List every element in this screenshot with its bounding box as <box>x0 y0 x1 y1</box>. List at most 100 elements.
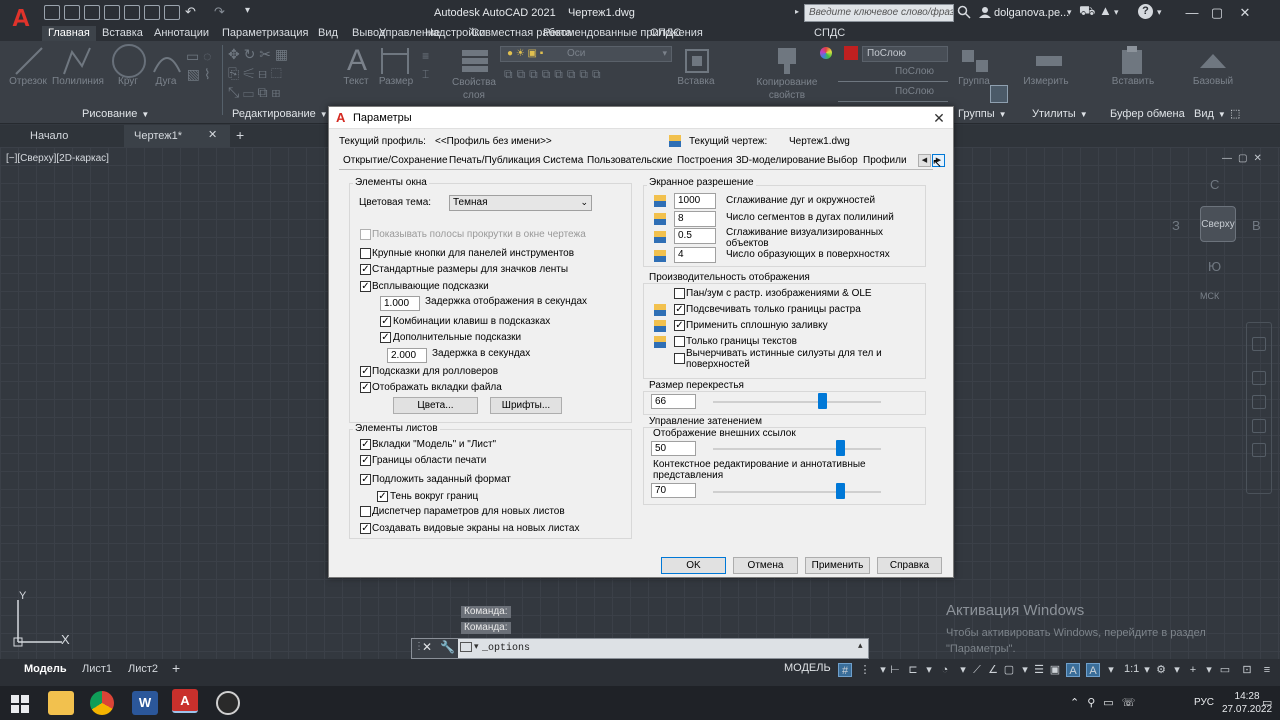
help-icon[interactable]: ? <box>1138 4 1153 19</box>
command-input[interactable]: _options <box>482 641 882 656</box>
lineweight-icon[interactable]: ☰ <box>1032 663 1046 677</box>
print-icon[interactable] <box>164 5 180 20</box>
viewcube-south[interactable]: Ю <box>1208 259 1221 274</box>
osnap-tracking-icon[interactable]: ∠ <box>986 663 1000 677</box>
extended-tooltips-checkbox[interactable]: ✓ <box>380 332 391 343</box>
ribbon-icons-checkbox[interactable]: ✓ <box>360 264 371 275</box>
layout-tab-sheet2[interactable]: Лист2 <box>120 659 166 679</box>
save-as-icon[interactable] <box>104 5 120 20</box>
linetype-dropdown[interactable]: ПоСлою <box>838 66 948 82</box>
dimension-tool[interactable]: Размер <box>374 76 418 87</box>
viewcube-face[interactable]: Сверху <box>1200 206 1236 242</box>
share-icon[interactable] <box>144 5 160 20</box>
tab-user-preferences[interactable]: Пользовательские <box>587 153 672 169</box>
username[interactable]: dolganova.pe... <box>994 7 1069 19</box>
circle-icon[interactable] <box>112 44 146 78</box>
large-buttons-checkbox[interactable] <box>360 248 371 259</box>
tab-3d-modeling[interactable]: 3D-моделирование <box>736 153 825 169</box>
viewcube-west[interactable]: З <box>1172 218 1180 233</box>
scale-dropdown-icon[interactable]: ▾ <box>1140 663 1154 677</box>
snap-icon[interactable]: ⋮ <box>858 663 872 677</box>
help-menu-icon[interactable]: ▾ <box>1157 7 1162 18</box>
open-file-icon[interactable] <box>64 5 80 20</box>
file-explorer-icon[interactable] <box>48 691 74 715</box>
tab-drafting[interactable]: Построения <box>677 153 733 169</box>
panel-modify[interactable]: Редактирование ▼ <box>232 108 328 120</box>
polyline-segments-input[interactable]: 8 <box>674 211 716 227</box>
measure-icon[interactable] <box>1032 44 1066 78</box>
paper-shadow-checkbox[interactable]: ✓ <box>377 491 388 502</box>
transparency-icon[interactable]: ▣ <box>1048 663 1062 677</box>
match-properties-icon[interactable] <box>770 44 804 78</box>
ribbon-tab-insert[interactable]: Вставка <box>96 26 149 41</box>
polar-icon[interactable]: ◔ <box>938 663 952 677</box>
raster-frame-checkbox[interactable]: ✓ <box>674 304 685 315</box>
annot-extra-icons[interactable]: ≡ ⌶ <box>422 47 429 83</box>
new-tab-icon[interactable]: + <box>236 127 244 143</box>
infer-icon[interactable]: ⊢ <box>888 663 902 677</box>
inplace-slider-thumb[interactable] <box>836 483 845 499</box>
arc-smoothness-input[interactable]: 1000 <box>674 193 716 209</box>
recorder-icon[interactable] <box>216 691 240 715</box>
file-tab-start[interactable]: Начало <box>20 125 78 147</box>
printable-area-checkbox[interactable]: ✓ <box>360 455 371 466</box>
user-icon[interactable] <box>979 6 991 18</box>
tab-plot-publish[interactable]: Печать/Публикация <box>449 153 540 169</box>
solid-fill-checkbox[interactable]: ✓ <box>674 320 685 331</box>
isodraft-icon[interactable]: ⟋ <box>970 663 984 677</box>
autodesk-app-icon[interactable]: ▲ <box>1099 3 1112 18</box>
panel-clipboard[interactable]: Буфер обмена <box>1110 108 1185 120</box>
ribbon-tab-view[interactable]: Вид <box>312 26 344 41</box>
close-window-icon[interactable]: ✕ <box>1234 3 1256 23</box>
ribbon-tab-parametric[interactable]: Параметризация <box>216 26 314 41</box>
ribbon-options-icon[interactable]: ⬚ <box>1230 107 1240 120</box>
layer-tool-icons[interactable]: ⧉⧉⧉⧉⧉⧉⧉⧉ <box>504 67 605 82</box>
add-icon[interactable]: + <box>1186 663 1200 677</box>
web-save-icon[interactable] <box>124 5 140 20</box>
chevron-down-icon[interactable]: ▾ <box>474 641 479 652</box>
undo-icon[interactable]: ↶ <box>185 4 196 20</box>
polyline-icon[interactable] <box>60 44 94 78</box>
paper-background-checkbox[interactable]: ✓ <box>360 474 371 485</box>
search-expand-icon[interactable]: ▸ <box>795 7 799 16</box>
contour-lines-input[interactable]: 4 <box>674 247 716 263</box>
help-button[interactable]: Справка <box>877 557 942 574</box>
text-icon[interactable]: A <box>340 44 374 78</box>
wcs-menu[interactable]: МСК <box>1200 291 1219 301</box>
inplace-fade-input[interactable]: 70 <box>651 483 696 498</box>
draw-extra-icons[interactable]: ▭ ◌ ▧ ⌇ <box>186 47 211 83</box>
model-layout-tabs-checkbox[interactable]: ✓ <box>360 439 371 450</box>
extended-delay-input[interactable]: 2.000 <box>387 348 427 363</box>
layer-properties-tool[interactable]: Свойства слоя <box>450 76 498 102</box>
color-swatch[interactable] <box>844 46 858 60</box>
rollover-tooltips-checkbox[interactable]: ✓ <box>360 366 371 377</box>
osnap-menu-icon[interactable]: ▾ <box>1018 663 1032 677</box>
copy-properties-tool[interactable]: Копирование свойств <box>756 76 818 102</box>
arc-tool[interactable]: Дуга <box>148 76 184 87</box>
viewport-controls[interactable]: [−][Сверху][2D-каркас] <box>6 153 109 164</box>
isolate-icon[interactable]: ▭ <box>1218 663 1232 677</box>
modify-icons[interactable]: ✥ ↻ ✂ ▦ ⎘ ⚟ ⊟ ⬚ ⤡ ▭ ⧉ ⊞ <box>228 45 288 102</box>
close-icon[interactable]: ✕ <box>422 640 432 654</box>
apply-button[interactable]: Применить <box>805 557 870 574</box>
app-menu-icon[interactable]: ▾ <box>1114 7 1119 18</box>
line-icon[interactable] <box>12 44 46 78</box>
notifications-icon[interactable]: ▭ <box>1262 696 1272 709</box>
colors-button[interactable]: Цвета... <box>393 397 478 414</box>
dialog-title-bar[interactable] <box>329 107 953 129</box>
ok-button[interactable]: OK <box>661 557 726 574</box>
save-icon[interactable] <box>84 5 100 20</box>
group-icon[interactable] <box>958 44 992 78</box>
viewport-window-controls[interactable]: —▢✕ <box>1222 153 1268 164</box>
ribbon-tab-home[interactable]: Главная <box>42 26 96 41</box>
customize-icon[interactable]: 🔧 <box>440 640 455 654</box>
panel-view[interactable]: Вид ▼ <box>1194 108 1226 120</box>
tab-scroll-left-icon[interactable]: ◀ <box>918 154 931 167</box>
zoom-icon[interactable] <box>1252 395 1266 409</box>
arc-icon[interactable] <box>150 44 184 78</box>
layer-properties-icon[interactable] <box>458 44 492 78</box>
customize-status-icon[interactable]: ≡ <box>1260 663 1274 677</box>
tray-icons[interactable]: ⌃⚲▭☏ <box>1070 696 1143 709</box>
panel-utilities[interactable]: Утилиты ▼ <box>1032 108 1088 120</box>
auto-scale-icon[interactable]: A <box>1086 663 1100 677</box>
